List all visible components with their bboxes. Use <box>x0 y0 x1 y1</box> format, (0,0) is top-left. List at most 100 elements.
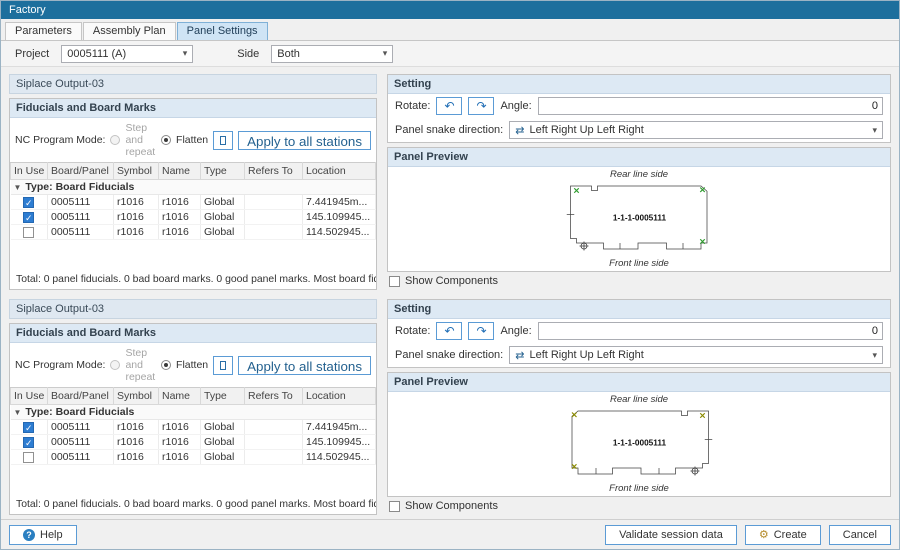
angle-input[interactable] <box>538 322 883 340</box>
cancel-button[interactable]: Cancel <box>829 525 891 545</box>
validate-button-label: Validate session data <box>619 529 723 541</box>
apply-to-all-stations-button[interactable]: Apply to all stations <box>238 131 371 150</box>
tab-bar: Parameters Assembly Plan Panel Settings <box>1 19 899 41</box>
tab-parameters[interactable]: Parameters <box>5 22 82 40</box>
table-row[interactable]: 0005111 r1016 r1016 Global 145.109945... <box>11 435 376 450</box>
window-title: Factory <box>9 4 46 16</box>
col-in-use[interactable]: In Use <box>11 163 48 180</box>
station-1-right-column: Setting Rotate: ↶ ↷ Angle: Panel snake d… <box>387 74 891 290</box>
panel-preview-canvas: Rear line side <box>388 167 890 271</box>
angle-label: Angle: <box>500 100 531 112</box>
station-2-right-column: Setting Rotate: ↶ ↷ Angle: Panel snake d… <box>387 299 891 515</box>
show-components-checkbox[interactable] <box>389 501 400 512</box>
panel-preview-header: Panel Preview <box>388 148 890 167</box>
snake-direction-dropdown[interactable]: ⇄ Left Right Up Left Right ▾ <box>509 121 883 139</box>
project-label: Project <box>15 48 49 60</box>
help-icon: ? <box>23 529 35 541</box>
create-button[interactable]: ⚙ Create <box>745 525 821 545</box>
in-use-checkbox[interactable] <box>23 422 34 433</box>
help-button-label: Help <box>40 529 63 541</box>
col-in-use[interactable]: In Use <box>11 388 48 405</box>
station-section-2: Siplace Output-03 Fiducials and Board Ma… <box>9 299 891 515</box>
table-row[interactable]: 0005111 r1016 r1016 Global 114.502945... <box>11 225 376 240</box>
tab-panel-settings[interactable]: Panel Settings <box>177 22 268 40</box>
nc-program-mode-label: NC Program Mode: <box>15 134 105 146</box>
rotate-row: Rotate: ↶ ↷ Angle: <box>388 94 890 118</box>
rotate-right-button[interactable]: ↷ <box>468 97 494 115</box>
nc-program-mode-label: NC Program Mode: <box>15 359 105 371</box>
table-row[interactable]: 0005111 r1016 r1016 Global 7.441945m... <box>11 195 376 210</box>
col-refers-to[interactable]: Refers To <box>245 388 303 405</box>
nc-program-mode-row: NC Program Mode: Step and repeat Flatten… <box>10 118 376 162</box>
station-options-button[interactable] <box>213 131 233 150</box>
tab-assembly-plan[interactable]: Assembly Plan <box>83 22 176 40</box>
table-row[interactable]: 0005111 r1016 r1016 Global 114.502945... <box>11 450 376 465</box>
group-row[interactable]: ▼Type: Board Fiducials <box>11 405 376 420</box>
col-name[interactable]: Name <box>159 163 201 180</box>
board-id-label: 1-1-1-0005111 <box>612 214 666 223</box>
col-board-panel[interactable]: Board/Panel <box>48 163 114 180</box>
step-and-repeat-radio[interactable] <box>110 135 120 145</box>
show-components-checkbox[interactable] <box>389 276 400 287</box>
in-use-checkbox[interactable] <box>23 197 34 208</box>
main-content: Siplace Output-03 Fiducials and Board Ma… <box>1 67 899 519</box>
col-location[interactable]: Location <box>303 163 376 180</box>
station-section-1: Siplace Output-03 Fiducials and Board Ma… <box>9 74 891 290</box>
validate-session-data-button[interactable]: Validate session data <box>605 525 737 545</box>
totals-status-text: Total: 0 panel fiducials. 0 bad board ma… <box>10 270 376 289</box>
step-and-repeat-radio[interactable] <box>110 360 120 370</box>
project-side-row: Project 0005111 (A) ▾ Side Both ▾ <box>1 41 899 67</box>
chevron-down-icon: ▾ <box>872 350 877 361</box>
fiducials-panel: Fiducials and Board Marks NC Program Mod… <box>9 98 377 290</box>
in-use-checkbox[interactable] <box>23 227 34 238</box>
in-use-checkbox[interactable] <box>23 437 34 448</box>
help-button[interactable]: ? Help <box>9 525 77 545</box>
col-symbol[interactable]: Symbol <box>114 163 159 180</box>
panel-preview: Panel Preview Rear line side <box>387 147 891 272</box>
col-board-panel[interactable]: Board/Panel <box>48 388 114 405</box>
station-title: Siplace Output-03 <box>9 299 377 319</box>
snake-direction-dropdown[interactable]: ⇄ Left Right Up Left Right ▾ <box>509 346 883 364</box>
angle-label: Angle: <box>500 325 531 337</box>
snake-direction-value: Left Right Up Left Right <box>529 124 867 136</box>
totals-status-text: Total: 0 panel fiducials. 0 bad board ma… <box>10 495 376 514</box>
table-header-row: In Use Board/Panel Symbol Name Type Refe… <box>11 163 376 180</box>
in-use-checkbox[interactable] <box>23 452 34 463</box>
front-line-side-label: Front line side <box>609 258 669 269</box>
col-name[interactable]: Name <box>159 388 201 405</box>
fiducials-panel-header: Fiducials and Board Marks <box>10 324 376 343</box>
angle-input[interactable] <box>538 97 883 115</box>
rotate-left-icon: ↶ <box>444 99 454 113</box>
side-dropdown[interactable]: Both ▾ <box>271 45 393 63</box>
flatten-radio[interactable] <box>161 360 171 370</box>
chevron-down-icon: ▾ <box>872 125 877 136</box>
station-title: Siplace Output-03 <box>9 74 377 94</box>
col-type[interactable]: Type <box>201 388 245 405</box>
rotate-left-button[interactable]: ↶ <box>436 97 462 115</box>
station-options-button[interactable] <box>213 356 233 375</box>
snake-direction-icon: ⇄ <box>515 124 524 137</box>
rear-line-side-label: Rear line side <box>610 169 668 180</box>
in-use-checkbox[interactable] <box>23 212 34 223</box>
col-location[interactable]: Location <box>303 388 376 405</box>
fiducials-panel-header: Fiducials and Board Marks <box>10 99 376 118</box>
board-outline-drawing: 1-1-1-0005111 <box>542 180 737 258</box>
group-label: Type: Board Fiducials <box>25 181 134 193</box>
project-dropdown[interactable]: 0005111 (A) ▾ <box>61 45 193 63</box>
table-row[interactable]: 0005111 r1016 r1016 Global 7.441945m... <box>11 420 376 435</box>
apply-to-all-stations-button[interactable]: Apply to all stations <box>238 356 371 375</box>
col-refers-to[interactable]: Refers To <box>245 163 303 180</box>
rotate-left-button[interactable]: ↶ <box>436 322 462 340</box>
group-row[interactable]: ▼Type: Board Fiducials <box>11 180 376 195</box>
setting-panel-header: Setting <box>388 300 890 319</box>
rotate-right-icon: ↷ <box>476 324 486 338</box>
create-button-label: Create <box>774 529 807 541</box>
group-label: Type: Board Fiducials <box>25 406 134 418</box>
step-and-repeat-label: Step and repeat <box>125 347 156 383</box>
col-type[interactable]: Type <box>201 163 245 180</box>
col-symbol[interactable]: Symbol <box>114 388 159 405</box>
rotate-right-button[interactable]: ↷ <box>468 322 494 340</box>
flatten-radio[interactable] <box>161 135 171 145</box>
table-row[interactable]: 0005111 r1016 r1016 Global 145.109945... <box>11 210 376 225</box>
step-and-repeat-label: Step and repeat <box>125 122 156 158</box>
